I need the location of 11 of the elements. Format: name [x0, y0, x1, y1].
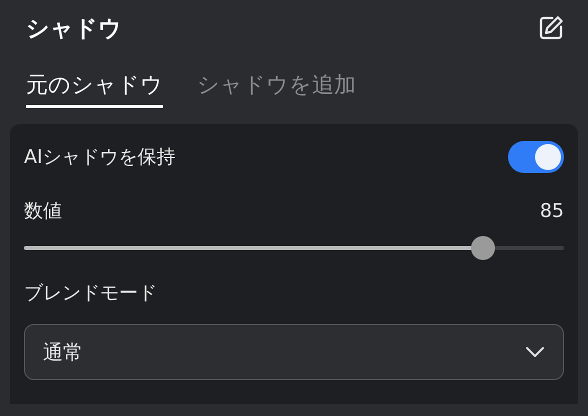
slider-value: 85: [540, 200, 564, 222]
toggle-switch[interactable]: [508, 141, 564, 173]
toggle-label: AIシャドウを保持: [24, 145, 176, 170]
panel-title: シャドウ: [26, 14, 122, 44]
blend-mode-label: ブレンドモード: [24, 281, 158, 306]
slider-label: 数値: [24, 199, 62, 224]
blend-mode-dropdown[interactable]: 通常: [24, 324, 564, 380]
chevron-down-icon: [525, 346, 545, 358]
tab[interactable]: シャドウを追加: [197, 70, 356, 108]
slider-thumb[interactable]: [471, 236, 495, 260]
tab[interactable]: 元のシャドウ: [26, 70, 163, 108]
